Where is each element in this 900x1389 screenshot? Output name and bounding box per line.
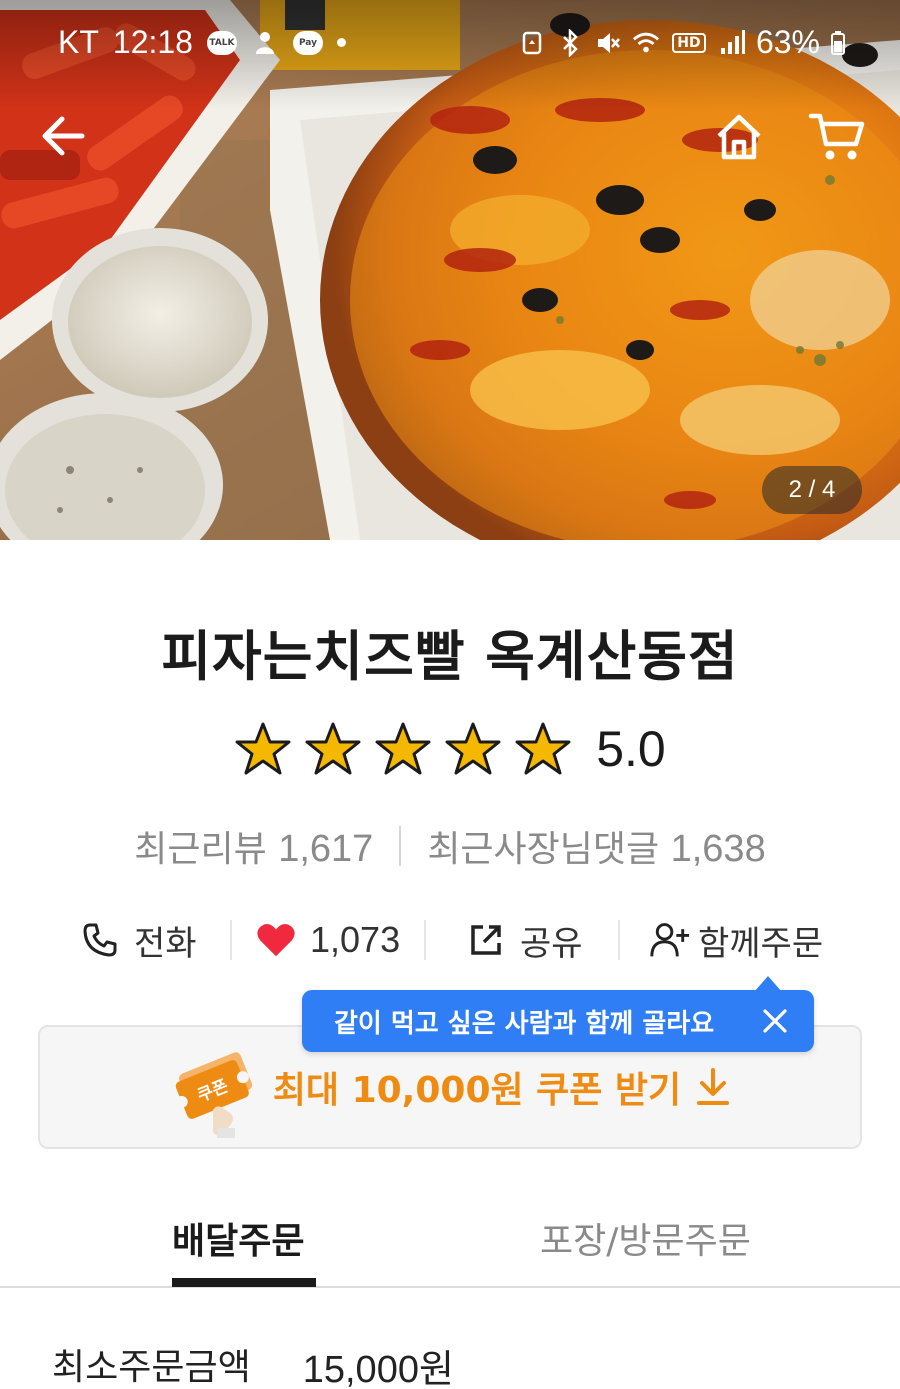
star-icon bbox=[235, 722, 291, 775]
share-button[interactable]: 공유 bbox=[466, 908, 583, 972]
star-icon bbox=[445, 722, 501, 775]
home-icon bbox=[717, 114, 761, 160]
divider bbox=[399, 826, 402, 866]
more-notifications-icon bbox=[336, 38, 346, 47]
battery-percent: 63% bbox=[755, 24, 820, 60]
share-icon bbox=[466, 920, 506, 960]
bluetooth-icon bbox=[556, 28, 584, 57]
like-count: 1,073 bbox=[310, 919, 401, 960]
store-name: 피자는치즈빨 옥계산동점 bbox=[161, 625, 739, 688]
review-counts: 최근리뷰 1,617 최근사장님댓글 1,638 bbox=[0, 820, 900, 872]
coupon-label: 최대 10,000원 쿠폰 받기 bbox=[272, 1070, 682, 1111]
signal-icon bbox=[718, 29, 746, 57]
like-button[interactable]: 1,073 bbox=[256, 908, 400, 972]
kakaotalk-notification-icon: TALK bbox=[206, 30, 237, 55]
store-photo-carousel[interactable]: KT 12:18 TALK Pay HD 63% 2 / 4 bbox=[0, 0, 900, 540]
home-button[interactable] bbox=[714, 112, 764, 162]
download-icon bbox=[695, 1067, 731, 1107]
carrier-label: KT bbox=[58, 24, 99, 60]
min-order-label: 최소주문금액 bbox=[52, 1347, 251, 1388]
image-counter: 2 / 4 bbox=[762, 466, 862, 514]
mute-icon bbox=[594, 29, 622, 57]
divider bbox=[424, 920, 426, 960]
network-label: HD bbox=[672, 32, 706, 53]
add-person-icon bbox=[650, 920, 690, 960]
hd-network-icon: HD bbox=[670, 29, 708, 57]
close-icon bbox=[763, 1009, 787, 1033]
share-label: 공유 bbox=[520, 923, 583, 964]
group-order-tooltip: 같이 먹고 싶은 사람과 함께 골라요 bbox=[302, 976, 814, 1052]
star-icon bbox=[375, 722, 431, 775]
data-saver-icon bbox=[518, 29, 546, 57]
status-time: 12:18 bbox=[112, 24, 193, 60]
rating-row[interactable]: 5.0 bbox=[0, 720, 900, 778]
call-label: 전화 bbox=[134, 923, 197, 964]
divider bbox=[618, 920, 620, 960]
rating-value: 5.0 bbox=[596, 721, 666, 777]
recent-reviews-count: 1,617 bbox=[278, 828, 374, 870]
group-order-label: 함께주문 bbox=[698, 923, 824, 964]
min-order-value: 15,000원 bbox=[302, 1349, 454, 1389]
group-order-button[interactable]: 함께주문 bbox=[650, 908, 823, 972]
active-tab-indicator bbox=[172, 1278, 316, 1287]
tab-delivery[interactable]: 배달주문 bbox=[172, 1212, 304, 1264]
back-arrow-icon bbox=[42, 116, 85, 156]
back-button[interactable] bbox=[38, 110, 90, 162]
call-button[interactable]: 전화 bbox=[80, 908, 197, 972]
cart-icon bbox=[808, 113, 865, 160]
action-bar: 전화 1,073 공유 함께주문 bbox=[0, 908, 900, 972]
heart-icon bbox=[256, 920, 296, 960]
pay-notification-icon: Pay bbox=[292, 30, 323, 55]
star-icon bbox=[305, 722, 361, 775]
recent-reviews[interactable]: 최근리뷰 1,617 bbox=[134, 820, 373, 872]
status-bar: KT 12:18 TALK Pay HD 63% bbox=[0, 18, 900, 68]
star-rating bbox=[234, 721, 572, 777]
app-notification-icon bbox=[251, 29, 279, 57]
tooltip-text: 같이 먹고 싶은 사람과 함께 골라요 bbox=[334, 1008, 715, 1039]
coupon-ticket-icon: 쿠폰 bbox=[173, 1048, 259, 1138]
recent-reviews-label: 최근리뷰 bbox=[134, 829, 267, 870]
owner-replies-label: 최근사장님댓글 bbox=[427, 829, 660, 870]
wifi-icon bbox=[632, 29, 660, 57]
battery-icon bbox=[830, 29, 846, 57]
star-icon bbox=[515, 722, 571, 775]
cart-button[interactable] bbox=[808, 110, 866, 164]
min-order-row: 최소주문금액 15,000원 bbox=[52, 1338, 900, 1389]
owner-replies-count: 1,638 bbox=[670, 828, 766, 870]
tooltip-close-button[interactable] bbox=[760, 1006, 790, 1036]
tab-pickup[interactable]: 포장/방문주문 bbox=[540, 1212, 751, 1264]
phone-icon bbox=[80, 920, 120, 960]
divider bbox=[230, 920, 232, 960]
order-type-tabs: 배달주문 포장/방문주문 bbox=[0, 1200, 900, 1288]
owner-replies[interactable]: 최근사장님댓글 1,638 bbox=[427, 820, 765, 872]
